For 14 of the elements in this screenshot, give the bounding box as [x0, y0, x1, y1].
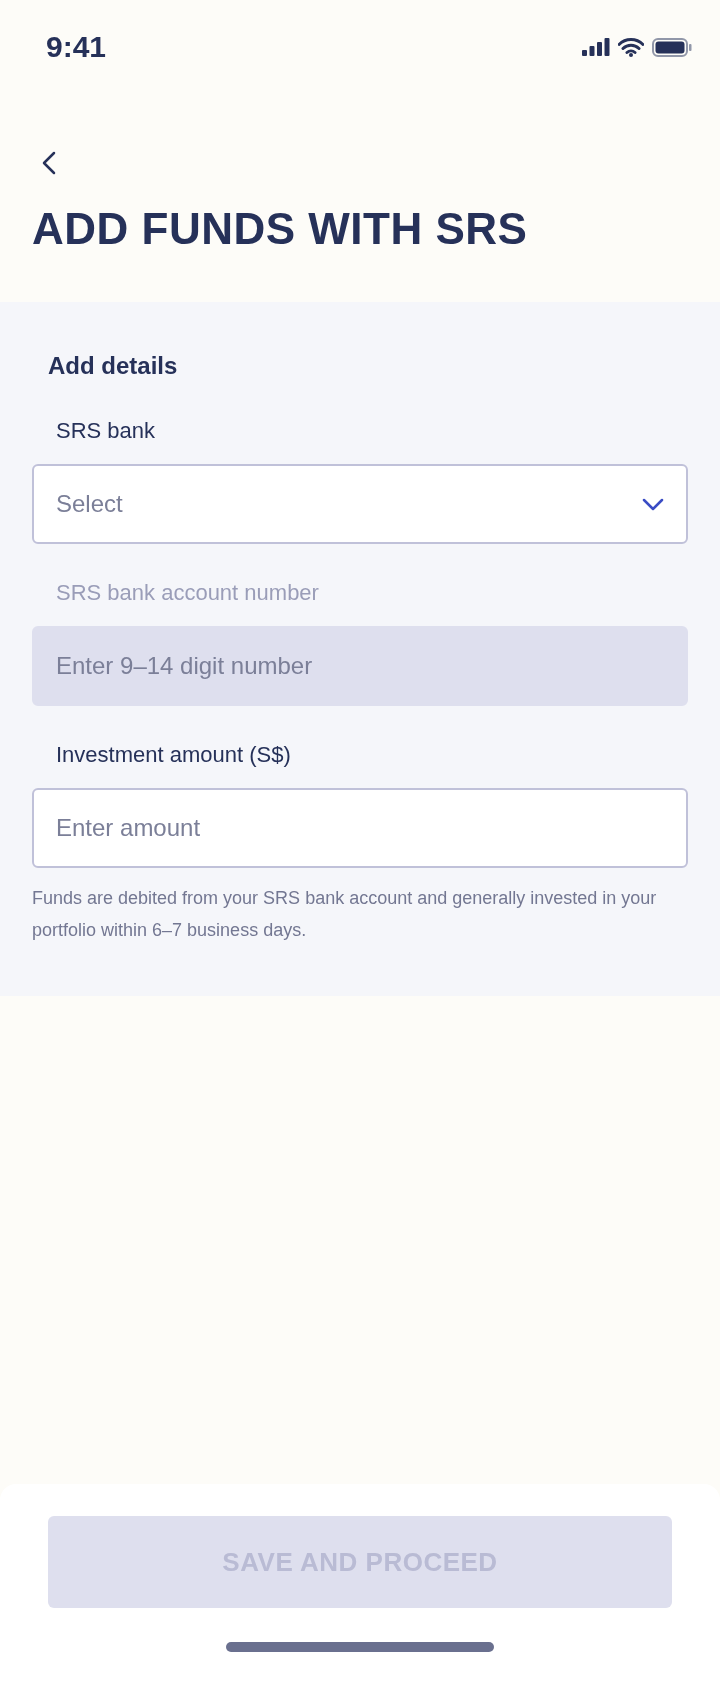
field-label: SRS bank account number: [56, 580, 320, 606]
wifi-icon: [618, 37, 644, 57]
battery-icon: [652, 37, 692, 57]
page-title: ADD FUNDS WITH SRS: [32, 204, 529, 254]
signal-icon: [582, 38, 610, 56]
input-field[interactable]: Enter amount: [32, 788, 688, 868]
status-time: 9:41: [46, 30, 107, 64]
field-label: Investment amount (S$): [56, 742, 292, 768]
chevron-down-icon: [642, 497, 664, 511]
dropdown-field[interactable]: Select: [32, 464, 688, 544]
back-icon[interactable]: [40, 150, 58, 176]
help-text: Funds are debited from your SRS bank account and generally invested in your portfolio within 6–7 business days.: [32, 887, 658, 942]
field-label: SRS bank: [56, 418, 157, 444]
section-title: Add details: [48, 352, 179, 380]
